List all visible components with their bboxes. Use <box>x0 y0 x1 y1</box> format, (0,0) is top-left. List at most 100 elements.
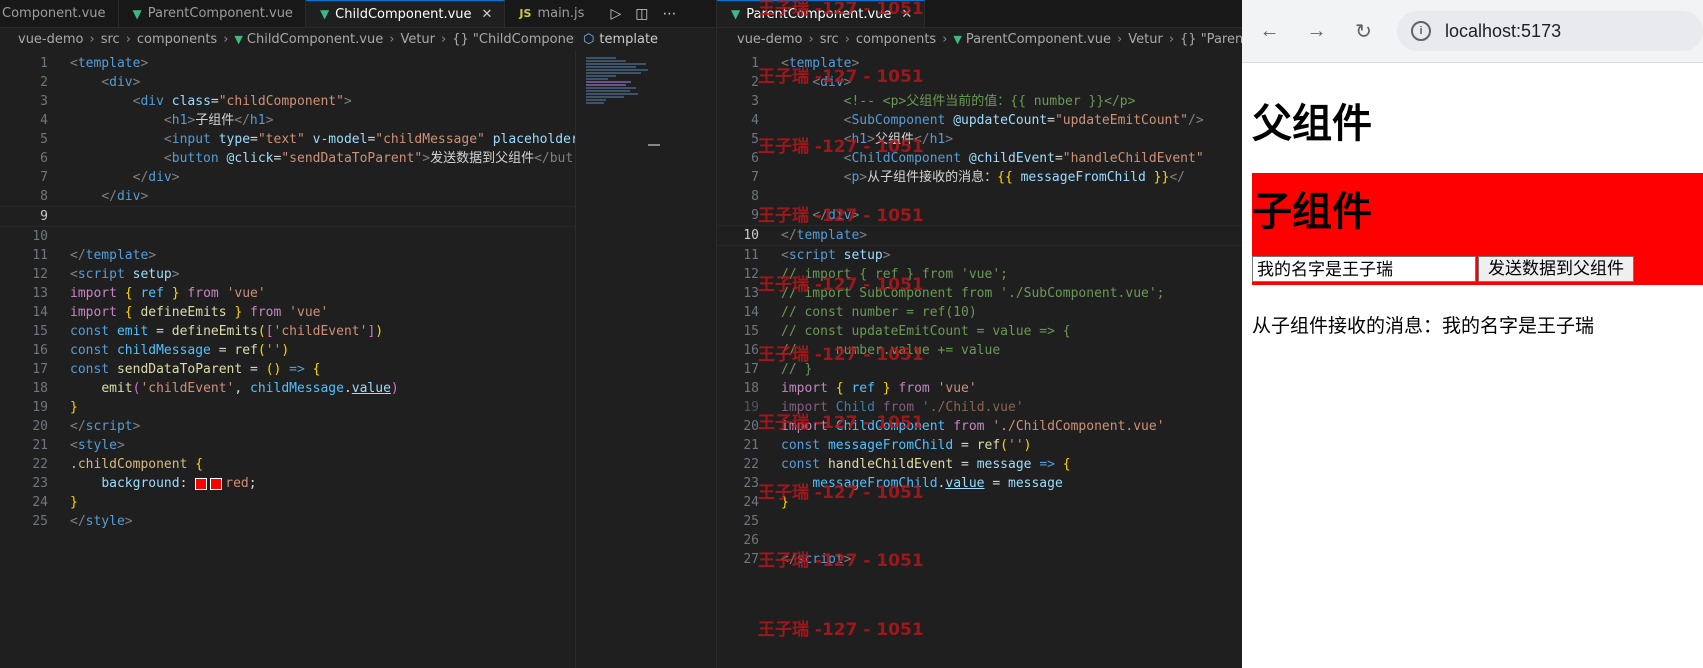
line-number: 19 <box>32 400 48 415</box>
reload-icon[interactable]: ↻ <box>1340 19 1387 44</box>
tab-label: Component.vue <box>2 6 106 21</box>
line-number: 11 <box>32 248 48 263</box>
line-number: 18 <box>743 381 759 396</box>
tab-child-component[interactable]: ▼ ChildComponent.vue ✕ <box>305 0 506 27</box>
breadcrumb-item[interactable]: vue-demo <box>18 32 84 47</box>
code-line: 4 <SubComponent @updateCount="updateEmit… <box>717 111 1243 130</box>
line-number: 13 <box>32 286 48 301</box>
line-number: 22 <box>743 457 759 472</box>
tab-label: ChildComponent.vue <box>335 6 472 22</box>
address-bar[interactable]: i localhost:5173 <box>1397 11 1703 51</box>
vue-file-icon: ▼ <box>731 7 741 21</box>
outline-breadcrumb[interactable]: ⬡ template <box>575 28 716 50</box>
line-number: 7 <box>40 170 48 185</box>
line-number: 6 <box>40 151 48 166</box>
line-number: 11 <box>743 248 759 263</box>
editor-actions: ▷ ◫ ⋯ <box>596 0 676 27</box>
code-line: 3 <!-- <p>父组件当前的值：{{ number }}</p> <box>717 92 1243 111</box>
tab-component[interactable]: Component.vue <box>0 0 119 27</box>
line-number: 3 <box>751 94 759 109</box>
watermark: 王子瑞 -127 - 1051 <box>758 413 924 433</box>
line-number: 22 <box>32 457 48 472</box>
breadcrumb-item[interactable]: Vetur <box>400 32 435 47</box>
browser-toolbar: ← → ↻ i localhost:5173 <box>1242 0 1703 63</box>
color-swatch[interactable] <box>195 477 208 490</box>
tab-label: main.js <box>537 6 585 21</box>
line-number: 9 <box>40 209 48 224</box>
code-line: 11 <script setup> <box>717 246 1243 265</box>
line-number: 25 <box>743 514 759 529</box>
code-line: 18 import { ref } from 'vue' <box>717 379 1243 398</box>
line-number: 25 <box>32 514 48 529</box>
watermark: 王子瑞 -127 - 1051 <box>758 0 924 19</box>
line-number: 12 <box>32 267 48 282</box>
vue-file-icon: ▼ <box>319 7 330 21</box>
child-heading: 子组件 <box>1252 189 1372 235</box>
more-actions-icon[interactable]: ⋯ <box>662 6 676 22</box>
line-number: 14 <box>32 305 48 320</box>
line-number: 4 <box>40 113 48 128</box>
breadcrumb-item[interactable]: ChildComponent.vue <box>247 32 383 47</box>
tab-parent-component[interactable]: ▼ ParentComponent.vue <box>119 0 306 27</box>
run-icon[interactable]: ▷ <box>610 6 621 22</box>
vue-file-icon: ▼ <box>953 32 962 46</box>
parent-heading: 父组件 <box>1252 101 1372 147</box>
breadcrumb-item[interactable]: {} "Parent <box>1180 32 1243 47</box>
line-number: 15 <box>743 324 759 339</box>
line-number: 16 <box>32 343 48 358</box>
code-line: 15// const updateEmitCount = value => { <box>717 322 1243 341</box>
outline-icon: ⬡ <box>583 31 595 47</box>
code-line: 22 const handleChildEvent = message => { <box>717 455 1243 474</box>
watermark: 王子瑞 -127 - 1051 <box>758 67 924 87</box>
line-number: 23 <box>32 476 48 491</box>
watermark: 王子瑞 -127 - 1051 <box>758 483 924 503</box>
outline-label: template <box>599 31 659 47</box>
line-number: 20 <box>32 419 48 434</box>
line-number: 2 <box>40 75 48 90</box>
vue-file-icon: ▼ <box>132 6 142 21</box>
breadcrumb-item[interactable]: vue-demo <box>737 32 803 47</box>
line-number: 17 <box>32 362 48 377</box>
line-number: 18 <box>32 381 48 396</box>
code-line: 25 <box>717 512 1243 531</box>
left-editor-pane: Component.vue ▼ ParentComponent.vue ▼ Ch… <box>0 0 716 668</box>
line-number: 21 <box>32 438 48 453</box>
line-number: 14 <box>743 305 759 320</box>
send-data-button[interactable]: 发送数据到父组件 <box>1478 256 1634 282</box>
tab-main-js[interactable]: JS main.js <box>505 0 596 27</box>
back-icon[interactable]: ← <box>1246 20 1293 43</box>
breadcrumb-item[interactable]: components <box>856 32 936 47</box>
split-editor-icon[interactable]: ◫ <box>635 6 648 22</box>
code-line: 21 const messageFromChild = ref('') <box>717 436 1243 455</box>
child-component: 子组件 我的名字是王子瑞 发送数据到父组件 <box>1252 173 1703 285</box>
line-number: 24 <box>32 495 48 510</box>
line-number: 8 <box>40 189 48 204</box>
watermark: 王子瑞 -127 - 1051 <box>758 137 924 157</box>
forward-icon[interactable]: → <box>1293 20 1340 43</box>
line-number: 4 <box>751 113 759 128</box>
breadcrumb-item[interactable]: src <box>101 32 120 47</box>
site-info-icon[interactable]: i <box>1411 21 1431 41</box>
line-number: 21 <box>743 438 759 453</box>
code-line: 14// const number = ref(10) <box>717 303 1243 322</box>
line-number: 15 <box>32 324 48 339</box>
minimap-slider[interactable] <box>648 144 660 146</box>
left-tab-bar: Component.vue ▼ ParentComponent.vue ▼ Ch… <box>0 0 716 28</box>
line-number: 3 <box>40 94 48 109</box>
child-message-input[interactable]: 我的名字是王子瑞 <box>1252 256 1476 282</box>
minimap[interactable] <box>575 50 716 668</box>
watermark: 王子瑞 -127 - 1051 <box>758 206 924 226</box>
breadcrumb-item[interactable]: components <box>137 32 217 47</box>
color-swatch[interactable] <box>210 477 223 490</box>
close-icon[interactable]: ✕ <box>482 7 493 22</box>
breadcrumb-item[interactable]: Vetur <box>1128 32 1163 47</box>
vue-file-icon: ▼ <box>234 32 243 46</box>
line-number: 1 <box>40 56 48 71</box>
code-line: 7 <p>从子组件接收的消息：{{ messageFromChild }}</ <box>717 168 1243 187</box>
breadcrumb-item[interactable]: src <box>820 32 839 47</box>
breadcrumb-item[interactable]: ParentComponent.vue <box>966 32 1111 47</box>
line-number: 5 <box>40 132 48 147</box>
watermark: 王子瑞 -127 - 1051 <box>758 620 924 640</box>
line-number: 10 <box>743 228 759 243</box>
received-message: 从子组件接收的消息：我的名字是王子瑞 <box>1252 315 1595 337</box>
